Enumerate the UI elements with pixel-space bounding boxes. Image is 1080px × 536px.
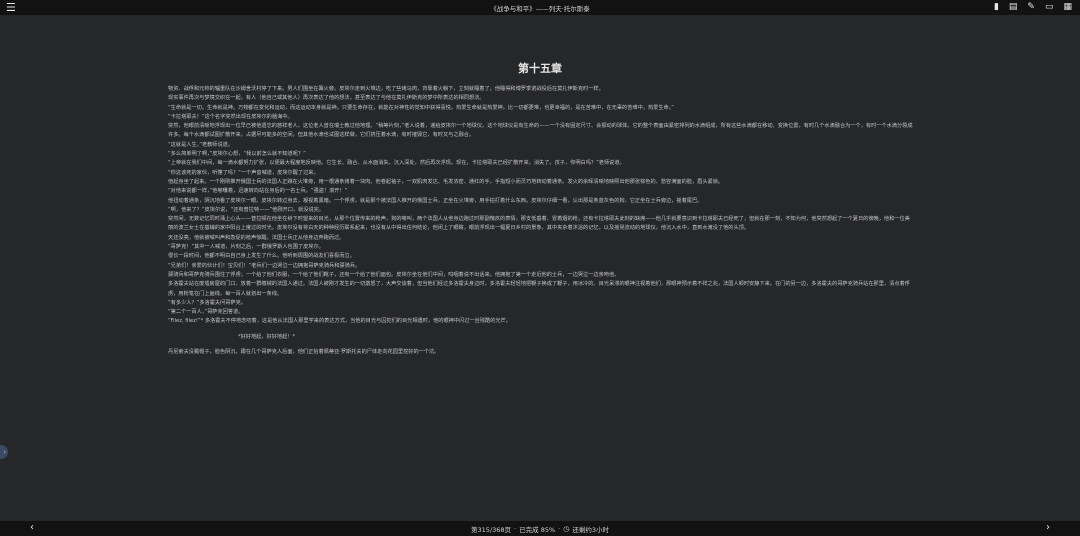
paragraph: 他扭动着通条，阴沉地看了皮埃尔一眼。皮埃尔转过身去，凝视着黑暗。一个俘虏，就是那… <box>168 197 703 204</box>
paragraph: “兄弟们！亲爱的伙计们！宝贝们！”老兵们一边哭泣一边拥抱哥萨克骑兵和骠骑兵。 <box>168 262 361 269</box>
paragraph: 天还没亮，他就被喊叫声和急促的枪声惊醒。法国士兵正从他身边奔跑而过。 <box>168 234 345 241</box>
paragraph: “第二个一百人，”哥萨克回答道。 <box>168 309 244 316</box>
paragraph: “你这该死的家伙，听懂了吗？”一个声音喊道，皮埃尔醒了过来。 <box>168 169 319 176</box>
paragraph: “啊，他来了？”皮埃尔说，“还有普拉特——”他刚开口，就没说完。 <box>168 206 325 213</box>
paragraph: 突然，他眼前清晰地浮现出一位早已被他遗忘的慈祥老人，这位老人曾在瑞士教过他地理。… <box>168 123 913 139</box>
paragraph: “这就是人生，”老教师说道。 <box>168 141 234 148</box>
paragraph: 丹尼索夫没戴帽子，脸色阴沉，跟在几个哥萨克人后面，他们正抬着佩蒂亚·罗斯托夫的尸… <box>168 349 440 356</box>
pen-icon[interactable]: ✎ <box>1027 2 1035 13</box>
paragraph: 物资、战俘和元帅的辎重队在沙姆舍沃村停了下来。男人们围坐在篝火旁。皮埃尔走到火堆… <box>168 86 604 92</box>
progress-label: 已完成 85% <box>519 525 556 534</box>
toolbar-icons: ▮ ▤ ✎ ▭ ▦ <box>994 2 1072 13</box>
page-indicator: 第315/368页 <box>471 525 512 534</box>
next-page-button[interactable]: › <box>1046 522 1050 533</box>
book-title: 《战争与和平》——列夫·托尔斯泰 <box>490 4 590 13</box>
reading-content: 物资、战俘和元帅的辎重队在沙姆舍沃村停了下来。男人们围坐在篝火旁。皮埃尔走到火堆… <box>168 85 914 357</box>
book-icon[interactable]: ▤ <box>1009 2 1018 13</box>
prev-page-button[interactable]: ‹ <box>30 522 34 533</box>
top-bar: ☰ 《战争与和平》——列夫·托尔斯泰 ▮ ▤ ✎ ▭ ▦ <box>0 0 1080 15</box>
side-panel-handle[interactable]: › <box>0 445 8 459</box>
bottom-bar: ‹ 第315/368页 · 已完成 85% · ◷ 还剩约3小时 › <box>0 521 1080 536</box>
separator: · <box>514 524 517 533</box>
separator: · <box>558 524 561 533</box>
paragraph: 他起身坐了起来。一个刚刚推开俄国士兵的法国人正蹲在火堆旁，用一根通条烤着一块肉。… <box>168 178 724 185</box>
paragraph: 现实事件再次与梦境交织在一起，有人（他自己或其他人）再次表达了他的想法，甚至表达… <box>168 95 485 102</box>
paragraph: “卡拉塔耶夫！”这个名字突然出现在皮埃尔的脑海中。 <box>168 113 293 120</box>
paragraph: “上帝就在我们中间，每一滴水都努力扩张，以便最大程度地反映他。它生长、融合、从水… <box>168 160 625 167</box>
fullscreen-icon[interactable]: ▭ <box>1045 2 1054 13</box>
clock-icon: ◷ <box>563 524 570 533</box>
bookmark-icon[interactable]: ▮ <box>994 2 999 13</box>
menu-icon[interactable]: ☰ <box>6 1 16 14</box>
reading-status: 第315/368页 · 已完成 85% · ◷ 还剩约3小时 <box>471 524 609 534</box>
paragraph: “对他来说都一样，”他嘟囔着，迅速转向站在身后的一名士兵。“强盗！滚开！” <box>168 188 348 195</box>
paragraph: “生命就是一切。生命就是神。万物都在变化和运动，而这运动本身就是神。只要生命存在… <box>168 104 674 111</box>
paragraph: “哥萨克！”其中一人喊道，片刻之后，一群俄罗斯人包围了皮埃尔。 <box>168 244 324 251</box>
paragraph: 很长一段时间，他都不明白自己身上发生了什么。他听到周围的战友们喜极而泣。 <box>168 253 355 260</box>
paragraph: 骠骑兵和哥萨克骑兵围住了俘虏；一个给了他们衣服，一个给了他们靴子，还有一个给了他… <box>168 271 620 278</box>
paragraph: 突然间，无数记忆同时涌上心头——普拉顿在他坐在树下时望来的目光，从那个位置传来的… <box>168 216 910 232</box>
view-icon[interactable]: ▦ <box>1063 2 1072 13</box>
paragraph: “有多少人？”多洛霍夫问哥萨克。 <box>168 299 247 306</box>
paragraph: “多么简单明了啊，”皮埃尔心想，“我以前怎么就不知道呢？” <box>168 151 306 158</box>
paragraph: 多洛霍夫站在废墟房屋的门口，放着一群缴械的法国人通过。法国人被刚才发生的一切激怒… <box>168 281 910 297</box>
time-remaining: 还剩约3小时 <box>572 525 609 534</box>
chapter-title: 第十五章 <box>518 62 562 75</box>
paragraph: “Filez, filez!”* 多洛霍夫不停地念叨着，这是他从法国人那里学来的… <box>168 318 511 325</box>
footnote: *好好地起，好好地起！* <box>238 333 296 340</box>
